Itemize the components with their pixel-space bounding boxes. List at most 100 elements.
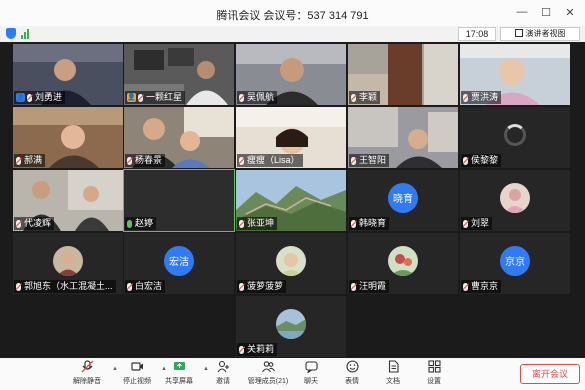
participant-name-label: 郭旭东（水工混凝土... [14, 280, 116, 293]
mic-muted-icon [16, 219, 21, 228]
video-tile[interactable]: 宏洁 白宏洁 [124, 233, 234, 294]
participant-name-label: 杨春景 [125, 154, 166, 167]
mic-muted-icon [351, 219, 356, 228]
video-tile[interactable]: 菠萝菠萝 [236, 233, 346, 294]
minimize-icon[interactable]: — [515, 5, 529, 19]
participant-name-label: 张亚坤 [237, 217, 278, 230]
shield-icon[interactable] [6, 28, 16, 39]
video-tile[interactable]: 代凌辉 [13, 170, 123, 231]
manage-members-button[interactable]: 管理成员(21) [243, 360, 293, 388]
video-tile[interactable]: 👤 刘勇进 [13, 44, 123, 105]
chat-icon [304, 360, 318, 375]
maximize-icon[interactable]: ☐ [539, 5, 553, 19]
participant-name-label: 关莉莉 [237, 343, 278, 356]
close-icon[interactable]: ✕ [563, 5, 577, 19]
participant-name-label: 侯黎黎 [461, 154, 502, 167]
speaker-view-label: 演讲者视图 [525, 29, 566, 38]
emoji-icon [345, 360, 359, 373]
participant-name-label: 韩晓育 [349, 217, 390, 230]
loading-spinner-icon [504, 123, 526, 146]
video-grid: 👤 刘勇进 👤 一颗红星 吴佩航 李颖 贾洪涛 郝满 杨春景 瘦瘦（Lisa） … [0, 42, 585, 358]
participant-name-label: 赵婷 [125, 217, 157, 230]
mic-muted-icon [239, 156, 244, 165]
share-screen-icon [173, 360, 186, 373]
mic-muted-icon [351, 93, 356, 102]
unmute-label: 解除静音 [73, 378, 101, 385]
mic-muted-icon [463, 156, 468, 165]
video-tile[interactable]: 吴佩航 [236, 44, 346, 105]
mic-muted-icon [239, 219, 244, 228]
video-tile[interactable]: 晓育 韩晓育 [348, 170, 458, 231]
window-title: 腾讯会议 会议号：537 314 791 [216, 10, 369, 22]
meeting-timer: 17:08 [458, 27, 496, 41]
video-tile[interactable]: 京京 曹京京 [460, 233, 570, 294]
chat-label: 聊天 [304, 378, 318, 385]
share-screen-button[interactable]: 共享屏幕 [156, 360, 202, 388]
emoji-button[interactable]: 表情 [329, 360, 375, 388]
emoji-label: 表情 [345, 378, 359, 385]
document-button[interactable]: 文档 [370, 360, 416, 388]
participant-name-label: 李颖 [349, 91, 381, 104]
video-tile[interactable]: 郝满 [13, 107, 123, 168]
video-tile[interactable]: 贾洪涛 [460, 44, 570, 105]
cohost-icon: 👤 [127, 93, 136, 102]
video-tile[interactable]: 瘦瘦（Lisa） [236, 107, 346, 168]
mic-muted-icon [463, 219, 468, 228]
share-screen-label: 共享屏幕 [165, 378, 193, 385]
video-tile[interactable]: 杨春景 [124, 107, 234, 168]
chat-button[interactable]: 聊天 [288, 360, 334, 388]
video-tile[interactable]: 李颖 [348, 44, 458, 105]
video-tile[interactable]: 👤 一颗红星 [124, 44, 234, 105]
participant-name-label: 瘦瘦（Lisa） [237, 154, 303, 167]
video-tile[interactable]: 关莉莉 [236, 296, 346, 357]
document-label: 文档 [386, 378, 400, 385]
participant-name-label: 贾洪涛 [461, 91, 502, 104]
invite-icon [217, 360, 230, 373]
settings-button[interactable]: 设置 [411, 360, 457, 388]
mic-muted-icon [81, 360, 94, 373]
mic-muted-icon [239, 345, 244, 354]
mic-muted-icon [138, 93, 143, 102]
participant-name-label: 刘翠 [461, 217, 493, 230]
video-tile-active-speaker[interactable]: 赵婷 [123, 169, 235, 232]
mic-active-icon [127, 219, 132, 228]
video-tile[interactable]: 刘翠 [460, 170, 570, 231]
layout-icon [514, 29, 523, 37]
network-signal-icon[interactable] [21, 29, 29, 39]
host-icon: 👤 [16, 93, 25, 102]
video-tile[interactable]: 张亚坤 [236, 170, 346, 231]
video-tile[interactable]: 郭旭东（水工混凝土... [13, 233, 123, 294]
window-controls: — ☐ ✕ [515, 5, 577, 19]
participant-name-label: 菠萝菠萝 [237, 280, 287, 293]
video-tile[interactable]: 侯黎黎 [460, 107, 570, 168]
leave-meeting-button[interactable]: 离开会议 [520, 364, 580, 384]
participant-name-label: 👤 刘勇进 [14, 91, 66, 104]
stop-video-button[interactable]: 停止视频 [114, 360, 160, 388]
settings-icon [427, 360, 441, 373]
stop-video-label: 停止视频 [123, 378, 151, 385]
participant-name-label: 吴佩航 [237, 91, 278, 104]
video-tile[interactable]: 王智阳 [348, 107, 458, 168]
avatar: 宏洁 [164, 245, 194, 276]
mic-muted-icon [27, 93, 32, 102]
mic-muted-icon [351, 282, 356, 291]
avatar: 京京 [500, 245, 530, 276]
mic-muted-icon [351, 156, 356, 165]
video-tile[interactable]: 汪明霞 [348, 233, 458, 294]
avatar: 晓育 [388, 182, 418, 213]
invite-button[interactable]: 邀请 [200, 360, 246, 388]
avatar [276, 245, 306, 276]
unmute-button[interactable]: 解除静音 [64, 360, 110, 388]
manage-members-label: 管理成员(21) [247, 378, 289, 385]
participant-name-label: 王智阳 [349, 154, 390, 167]
mic-muted-icon [239, 93, 244, 102]
members-icon [261, 360, 275, 373]
speaker-view-button[interactable]: 演讲者视图 [500, 27, 580, 41]
participant-name-label: 白宏洁 [125, 280, 166, 293]
mic-muted-icon [16, 282, 21, 291]
meeting-toolbar: 解除静音 ▲ 停止视频 ▲ 共享屏幕 ▲ 邀请 管理成员(21) 聊天 表情 文… [0, 358, 585, 390]
participant-name-label: 郝满 [14, 154, 46, 167]
mic-muted-icon [239, 282, 244, 291]
participant-name-label: 曹京京 [461, 280, 502, 293]
participant-name-label: 汪明霞 [349, 280, 390, 293]
